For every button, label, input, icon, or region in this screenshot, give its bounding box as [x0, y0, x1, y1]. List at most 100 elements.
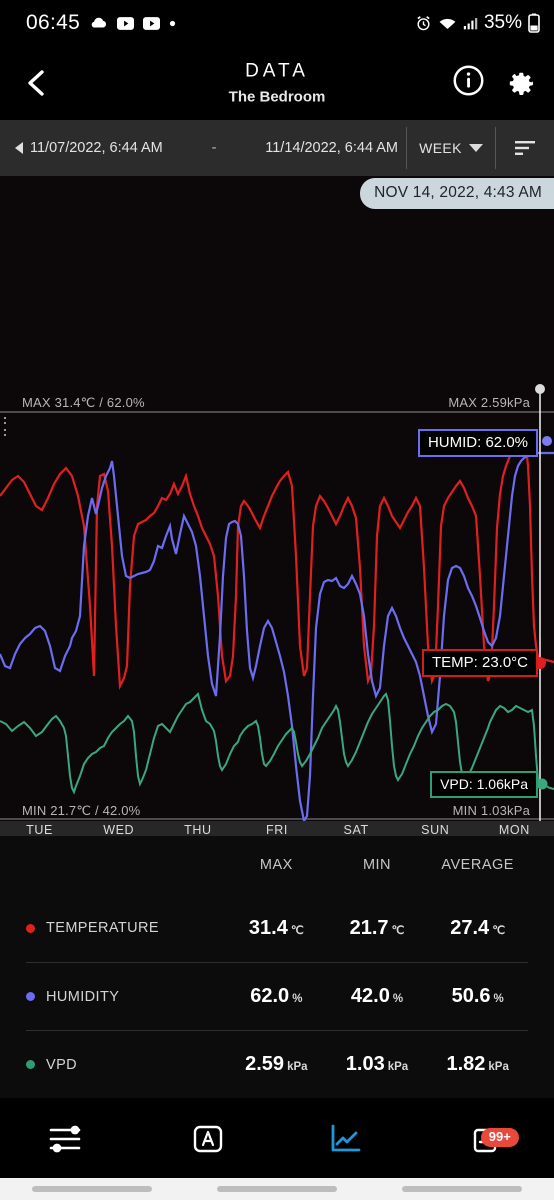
status-bar-left: 06:45	[26, 11, 176, 35]
unit: ℃	[291, 925, 304, 937]
triangle-left-icon	[13, 141, 24, 155]
dot-icon	[169, 20, 176, 27]
previous-period-button[interactable]	[10, 141, 26, 155]
series-name: HUMIDITY	[46, 989, 119, 1005]
nav-data-chart[interactable]	[277, 1120, 416, 1158]
temperature-max-cell: 31.4℃	[226, 917, 327, 940]
statistics-table: MAX MIN AVERAGE TEMPERATURE 31.4℃ 21.7℃ …	[0, 836, 554, 1098]
value: 2.59	[245, 1053, 284, 1075]
chart-options-button[interactable]	[496, 120, 554, 176]
info-button[interactable]	[452, 64, 485, 102]
humidity-min-cell: 42.0%	[327, 985, 428, 1008]
table-row[interactable]: HUMIDITY 62.0% 42.0% 50.6%	[26, 962, 528, 1030]
table-row[interactable]: TEMPERATURE 31.4℃ 21.7℃ 27.4℃	[26, 894, 528, 962]
column-header-max: MAX	[226, 857, 327, 873]
max-left-label: MAX 31.4℃ / 62.0%	[22, 395, 145, 411]
battery-percent: 35%	[484, 12, 522, 34]
vpd-average-cell: 1.82kPa	[427, 1053, 528, 1076]
vpd-cursor-dot	[537, 779, 548, 790]
battery-icon	[528, 13, 540, 33]
status-time: 06:45	[26, 11, 80, 35]
temperature-min-cell: 21.7℃	[327, 917, 428, 940]
value: 1.82	[446, 1053, 485, 1075]
notification-badge: 99+	[481, 1128, 519, 1147]
back-button[interactable]	[14, 61, 58, 105]
sensor-line-chart[interactable]	[0, 176, 554, 836]
range-separator: -	[163, 140, 265, 156]
statistics-header-row: MAX MIN AVERAGE	[26, 836, 528, 894]
unit: kPa	[488, 1061, 508, 1073]
value: 27.4	[450, 917, 489, 939]
range-granularity-dropdown[interactable]: WEEK	[407, 120, 495, 176]
gear-icon	[503, 64, 536, 97]
header-actions	[452, 64, 536, 102]
nav-auto-mode[interactable]	[139, 1120, 278, 1158]
caret-down-icon	[469, 144, 483, 153]
range-end-date: 11/14/2022, 6:44 AM	[265, 140, 398, 156]
row-label-humidity: HUMIDITY	[26, 989, 226, 1005]
status-bar-right: 35%	[415, 12, 540, 34]
humidity-average-cell: 50.6%	[427, 985, 528, 1008]
chevron-left-icon	[23, 68, 49, 98]
series-name: VPD	[46, 1057, 77, 1073]
settings-button[interactable]	[503, 64, 536, 102]
date-range-bar: 11/07/2022, 6:44 AM - 11/14/2022, 6:44 A…	[0, 120, 554, 176]
app-header: DATA The Bedroom	[0, 46, 554, 120]
wifi-icon	[438, 15, 457, 32]
day-tick: THU	[158, 821, 237, 836]
cursor-handle	[535, 384, 545, 394]
vpd-color-dot	[26, 1060, 35, 1069]
range-granularity-label: WEEK	[419, 140, 462, 156]
vpd-min-cell: 1.03kPa	[327, 1053, 428, 1076]
table-row[interactable]: VPD 2.59kPa 1.03kPa 1.82kPa	[26, 1030, 528, 1098]
nav-notifications[interactable]: 99+	[416, 1120, 554, 1158]
humidity-cursor-dot	[542, 436, 552, 446]
row-label-temperature: TEMPERATURE	[26, 920, 226, 936]
unit: ℃	[392, 925, 405, 937]
alarm-icon	[415, 15, 432, 32]
temperature-color-dot	[26, 924, 35, 933]
min-right-label: MIN 1.03kPa	[453, 803, 530, 818]
day-tick: FRI	[237, 821, 316, 836]
nav-controls[interactable]	[0, 1122, 139, 1156]
unit: ℃	[492, 925, 505, 937]
unit: %	[292, 993, 302, 1005]
vpd-max-cell: 2.59kPa	[226, 1053, 327, 1076]
gesture-pill	[402, 1186, 522, 1192]
chart-panel[interactable]: NOV 14, 2022, 4:43 AM MAX 31.4℃ / 62.0% …	[0, 176, 554, 836]
temperature-average-cell: 27.4℃	[427, 917, 528, 940]
youtube-icon	[117, 17, 134, 30]
unit: %	[393, 993, 403, 1005]
min-left-label: MIN 21.7℃ / 42.0%	[22, 803, 140, 819]
range-start-date: 11/07/2022, 6:44 AM	[30, 140, 163, 156]
gesture-pill	[32, 1186, 152, 1192]
system-gesture-bar	[0, 1178, 554, 1200]
max-right-label: MAX 2.59kPa	[448, 395, 530, 410]
day-axis: TUE WED THU FRI SAT SUN MON	[0, 821, 554, 836]
sliders-icon	[47, 1122, 91, 1156]
vpd-value-badge: VPD: 1.06kPa	[430, 771, 538, 798]
signal-icon	[463, 16, 478, 31]
humidity-color-dot	[26, 992, 35, 1001]
day-tick: WED	[79, 821, 158, 836]
value: 1.03	[346, 1053, 385, 1075]
info-icon	[452, 64, 485, 97]
value: 21.7	[350, 917, 389, 939]
sort-lines-icon	[513, 139, 537, 157]
value: 50.6	[452, 985, 491, 1007]
unit: kPa	[287, 1061, 307, 1073]
column-header-average: AVERAGE	[427, 857, 528, 873]
unit: kPa	[388, 1061, 408, 1073]
status-bar: 06:45 35%	[0, 0, 554, 46]
day-tick: SUN	[396, 821, 475, 836]
series-name: TEMPERATURE	[46, 920, 159, 936]
unit: %	[494, 993, 504, 1005]
value: 42.0	[351, 985, 390, 1007]
value: 62.0	[250, 985, 289, 1007]
auto-mode-icon	[189, 1120, 227, 1158]
value: 31.4	[249, 917, 288, 939]
day-tick: TUE	[0, 821, 79, 836]
date-range-selector[interactable]: 11/07/2022, 6:44 AM - 11/14/2022, 6:44 A…	[0, 120, 406, 176]
column-header-min: MIN	[327, 857, 428, 873]
youtube-icon	[143, 17, 160, 30]
